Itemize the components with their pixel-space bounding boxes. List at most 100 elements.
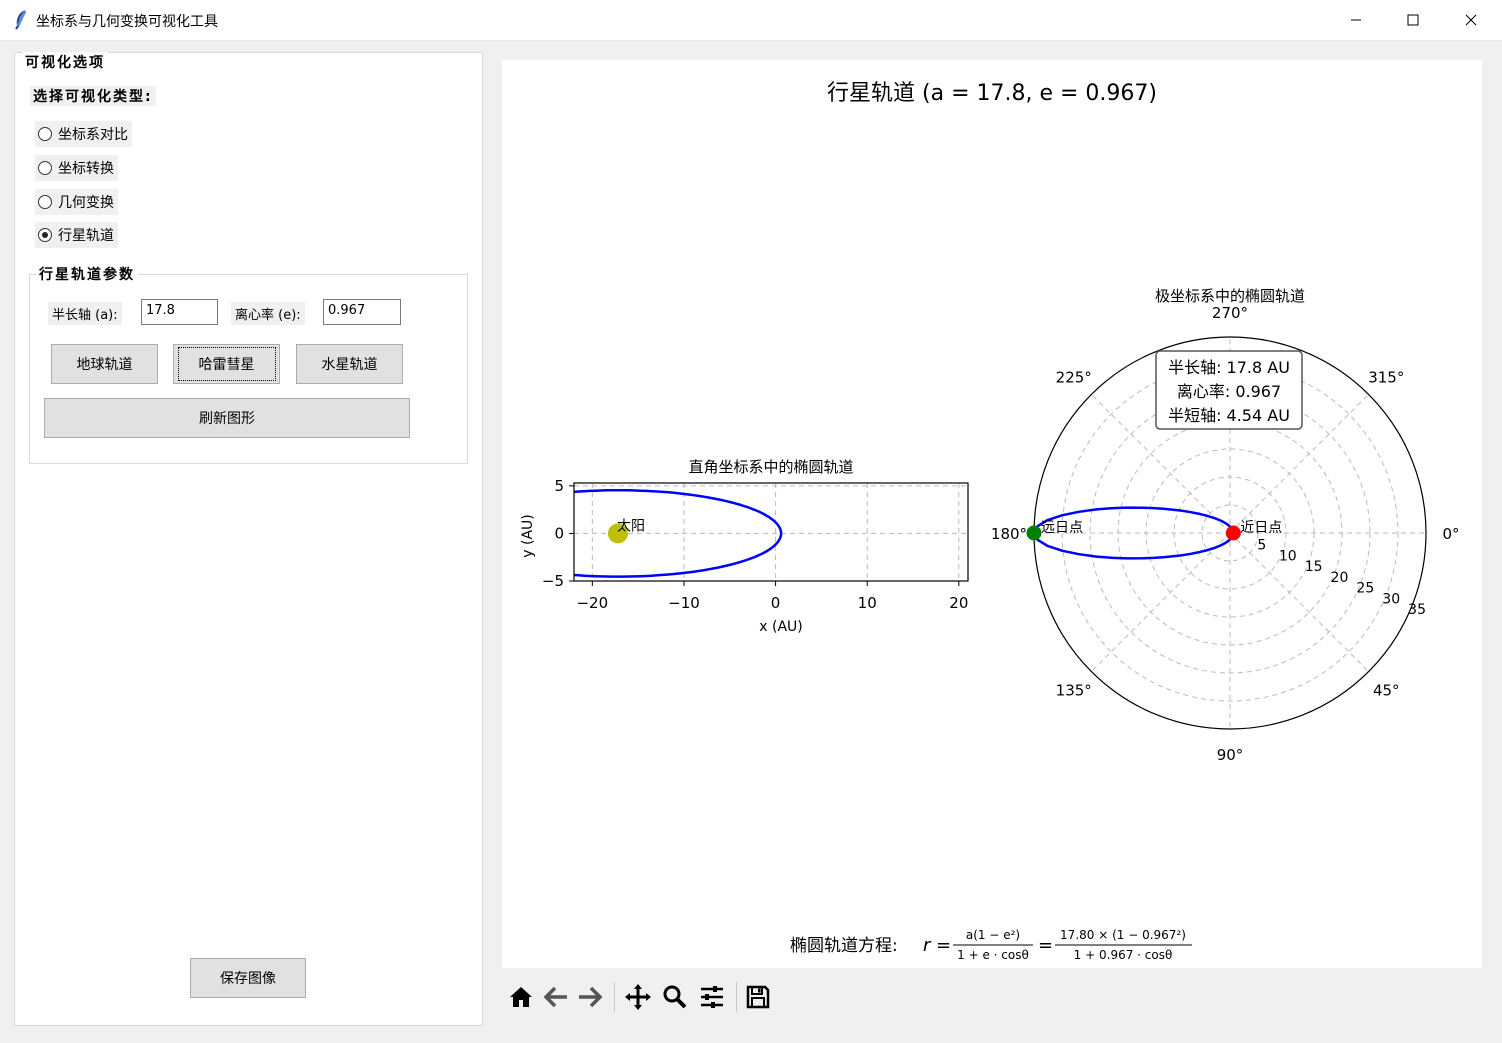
- aphelion-label: 远日点: [1041, 520, 1083, 536]
- radio-indicator: [38, 195, 52, 209]
- plot-toolbar: [502, 972, 1482, 1022]
- eccentricity-label: 离心率 (e):: [231, 302, 305, 325]
- info-semi-minor: 半短轴: 4.54 AU: [1168, 406, 1290, 425]
- feather-icon: [15, 10, 27, 30]
- y-tick-label: −5: [542, 572, 564, 590]
- save-icon: [746, 985, 770, 1009]
- radio-coord-compare[interactable]: 坐标系对比: [35, 121, 132, 147]
- sun-label: 太阳: [617, 518, 645, 534]
- title-bar: 坐标系与几何变换可视化工具: [0, 0, 1502, 41]
- cartesian-title: 直角坐标系中的椭圆轨道: [688, 458, 853, 476]
- radio-label: 坐标转换: [58, 161, 114, 177]
- cartesian-plot: 直角坐标系中的椭圆轨道 x (AU) y (AU) −20 −10 0 10 2050−…: [520, 458, 969, 635]
- back-button[interactable]: [541, 982, 571, 1012]
- equation-r: r: [923, 935, 932, 956]
- y-tick-label: 0: [554, 524, 564, 542]
- x-tick-label: 0: [771, 594, 781, 612]
- halley-comet-button[interactable]: 哈雷彗星: [173, 344, 280, 384]
- figure-suptitle: 行星轨道 (a = 17.8, e = 0.967): [827, 81, 1157, 106]
- info-semi-major: 半长轴: 17.8 AU: [1168, 358, 1290, 377]
- theta-label: 0°: [1442, 525, 1459, 543]
- polar-grid-spoke: [1229, 532, 1369, 672]
- params-group-title: 行星轨道参数: [36, 264, 138, 284]
- zoom-button[interactable]: [660, 982, 690, 1012]
- radial-tick-label: 20: [1331, 570, 1349, 586]
- radio-indicator: [38, 127, 52, 141]
- configure-button[interactable]: [697, 982, 727, 1012]
- perihelion-point: [1225, 525, 1241, 541]
- equation-prefix: 椭圆轨道方程:: [790, 936, 898, 956]
- radio-label: 行星轨道: [58, 228, 114, 244]
- cartesian-marks: 太阳: [573, 482, 969, 582]
- theta-label: 45°: [1373, 681, 1400, 699]
- theta-label: 270°: [1212, 304, 1248, 322]
- semi-major-label: 半长轴 (a):: [48, 302, 122, 325]
- theta-label: 90°: [1217, 746, 1244, 764]
- forward-icon: [579, 986, 603, 1008]
- pan-icon: [625, 984, 651, 1010]
- x-tick-label: 10: [858, 594, 877, 612]
- radial-tick-label: 25: [1356, 581, 1374, 597]
- polar-grid-spoke: [1091, 532, 1231, 672]
- radial-tick-label: 10: [1279, 548, 1297, 564]
- button-label: 哈雷彗星: [177, 347, 276, 381]
- radio-planet-orbit[interactable]: 行星轨道: [35, 222, 118, 248]
- earth-orbit-button[interactable]: 地球轨道: [51, 344, 158, 384]
- radio-geometry-transform[interactable]: 几何变换: [35, 189, 118, 215]
- theta-label: 315°: [1368, 369, 1404, 387]
- radial-tick-label: 35: [1408, 602, 1426, 618]
- orbit-equation: 椭圆轨道方程: r = a(1 − e²) 1 + e · cosθ = 17.…: [790, 928, 1192, 962]
- button-label: 刷新图形: [199, 411, 255, 427]
- save-figure-button[interactable]: [743, 982, 773, 1012]
- info-eccentricity: 离心率: 0.967: [1177, 382, 1281, 401]
- radial-tick-label: 5: [1257, 538, 1266, 554]
- mercury-orbit-button[interactable]: 水星轨道: [296, 344, 403, 384]
- cartesian-ylabel: y (AU): [520, 514, 536, 557]
- minimize-button[interactable]: [1327, 0, 1385, 40]
- perihelion-label: 近日点: [1240, 520, 1282, 536]
- window-title: 坐标系与几何变换可视化工具: [36, 14, 218, 30]
- refresh-button[interactable]: 刷新图形: [44, 398, 410, 438]
- x-tick-label: 20: [949, 594, 968, 612]
- home-button[interactable]: [506, 982, 536, 1012]
- x-tick-label: −10: [668, 594, 700, 612]
- equation-equals: =: [936, 935, 951, 956]
- polar-title: 极坐标系中的椭圆轨道: [1155, 287, 1305, 305]
- radio-indicator-selected: [38, 228, 52, 242]
- figure-canvas[interactable]: 行星轨道 (a = 17.8, e = 0.967) 直角坐标系中的椭圆轨道 x…: [502, 60, 1482, 968]
- button-label: 地球轨道: [76, 357, 133, 373]
- aphelion-point: [1026, 525, 1042, 541]
- radial-tick-label: 30: [1382, 591, 1400, 607]
- info-box: 半长轴: 17.8 AU 离心率: 0.967 半短轴: 4.54 AU: [1155, 350, 1303, 430]
- theta-label: 225°: [1056, 369, 1092, 387]
- configure-icon: [701, 986, 723, 1008]
- toolbar-separator: [614, 982, 615, 1012]
- radio-coord-transform[interactable]: 坐标转换: [35, 155, 118, 181]
- cartesian-ticks: −20 −10 0 10 20 5 0 −5: [542, 477, 969, 612]
- semi-major-input[interactable]: 17.8: [141, 299, 218, 325]
- y-tick-label: 5: [554, 477, 564, 495]
- radio-label: 坐标系对比: [58, 127, 128, 143]
- theta-label: 135°: [1056, 681, 1092, 699]
- toolbar-separator: [736, 982, 737, 1012]
- radio-indicator: [38, 161, 52, 175]
- maximize-button[interactable]: [1384, 0, 1442, 40]
- save-image-button[interactable]: 保存图像: [190, 958, 306, 998]
- pan-button[interactable]: [623, 982, 653, 1012]
- type-label: 选择可视化类型:: [30, 86, 156, 106]
- theta-label: 180°: [991, 525, 1027, 543]
- equation-specific-numerator: 17.80 × (1 − 0.967²): [1060, 928, 1186, 942]
- radio-label: 几何变换: [58, 195, 114, 211]
- radial-tick-label: 15: [1305, 559, 1323, 575]
- close-button[interactable]: [1442, 0, 1500, 40]
- equation-general-numerator: a(1 − e²): [966, 928, 1020, 942]
- equation-equals: =: [1038, 935, 1053, 956]
- home-icon: [510, 987, 532, 1007]
- eccentricity-input[interactable]: 0.967: [323, 299, 401, 325]
- maximize-icon: [1407, 14, 1419, 26]
- close-icon: [1465, 14, 1477, 26]
- forward-button[interactable]: [575, 982, 605, 1012]
- x-tick-label: −20: [576, 594, 608, 612]
- button-label: 保存图像: [220, 971, 276, 987]
- button-label: 水星轨道: [321, 357, 378, 373]
